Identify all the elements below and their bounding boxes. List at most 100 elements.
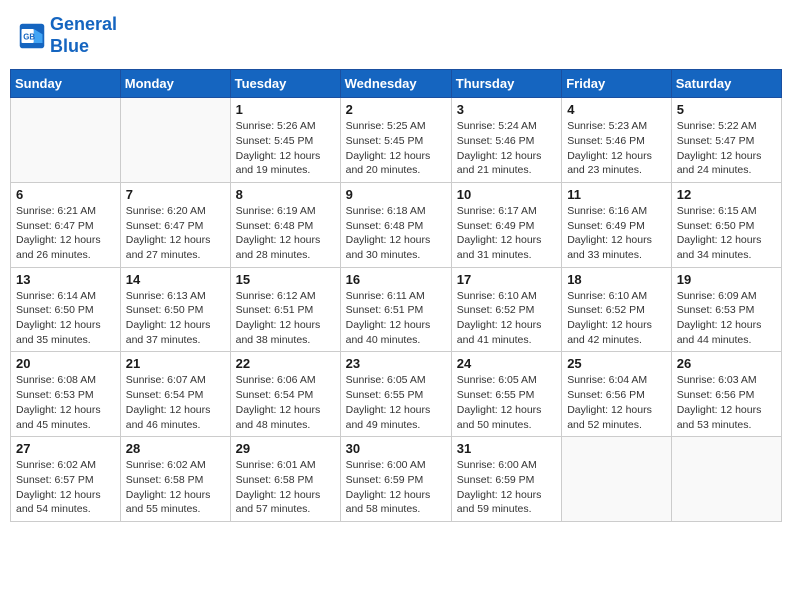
day-info: Sunrise: 6:02 AM Sunset: 6:58 PM Dayligh…: [126, 458, 225, 517]
day-info: Sunrise: 6:05 AM Sunset: 6:55 PM Dayligh…: [457, 373, 556, 432]
calendar-cell: 31 Sunrise: 6:00 AM Sunset: 6:59 PM Dayli…: [451, 437, 561, 522]
day-info: Sunrise: 6:20 AM Sunset: 6:47 PM Dayligh…: [126, 204, 225, 263]
day-number: 24: [457, 356, 556, 371]
day-number: 14: [126, 272, 225, 287]
calendar-cell: 14Sunrise: 6:13 AM Sunset: 6:50 PM Dayli…: [120, 267, 230, 352]
calendar-table: SundayMondayTuesdayWednesdayThursdayFrid…: [10, 69, 782, 522]
calendar-cell: 1 Sunrise: 5:26 AM Sunset: 5:45 PM Daylig…: [230, 98, 340, 183]
day-number: 23: [346, 356, 446, 371]
day-number: 22: [236, 356, 335, 371]
day-info: Sunrise: 6:11 AM Sunset: 6:51 PM Dayligh…: [346, 289, 446, 348]
day-info: Sunrise: 6:19 AM Sunset: 6:48 PM Dayligh…: [236, 204, 335, 263]
logo-text: General Blue: [50, 14, 117, 57]
day-number: 12: [677, 187, 776, 202]
day-number: 25: [567, 356, 666, 371]
day-number: 3: [457, 102, 556, 117]
calendar-cell: [562, 437, 672, 522]
calendar-cell: 16Sunrise: 6:11 AM Sunset: 6:51 PM Dayli…: [340, 267, 451, 352]
calendar-cell: [671, 437, 781, 522]
day-info: Sunrise: 6:00 AM Sunset: 6:59 PM Dayligh…: [457, 458, 556, 517]
day-number: 1: [236, 102, 335, 117]
day-number: 11: [567, 187, 666, 202]
calendar-cell: 20 Sunrise: 6:08 AM Sunset: 6:53 PM Dayli…: [11, 352, 121, 437]
weekday-header-row: SundayMondayTuesdayWednesdayThursdayFrid…: [11, 70, 782, 98]
day-info: Sunrise: 5:23 AM Sunset: 5:46 PM Dayligh…: [567, 119, 666, 178]
day-info: Sunrise: 6:21 AM Sunset: 6:47 PM Dayligh…: [16, 204, 115, 263]
day-number: 19: [677, 272, 776, 287]
calendar-cell: 12 Sunrise: 6:15 AM Sunset: 6:50 PM Dayli…: [671, 182, 781, 267]
day-number: 5: [677, 102, 776, 117]
weekday-header-sunday: Sunday: [11, 70, 121, 98]
day-info: Sunrise: 6:00 AM Sunset: 6:59 PM Dayligh…: [346, 458, 446, 517]
weekday-header-saturday: Saturday: [671, 70, 781, 98]
calendar-cell: 19 Sunrise: 6:09 AM Sunset: 6:53 PM Dayli…: [671, 267, 781, 352]
calendar-cell: [120, 98, 230, 183]
day-info: Sunrise: 6:08 AM Sunset: 6:53 PM Dayligh…: [16, 373, 115, 432]
day-number: 10: [457, 187, 556, 202]
day-number: 30: [346, 441, 446, 456]
day-info: Sunrise: 6:09 AM Sunset: 6:53 PM Dayligh…: [677, 289, 776, 348]
day-number: 18: [567, 272, 666, 287]
calendar-cell: 29Sunrise: 6:01 AM Sunset: 6:58 PM Dayli…: [230, 437, 340, 522]
day-number: 28: [126, 441, 225, 456]
day-number: 17: [457, 272, 556, 287]
calendar-cell: 9Sunrise: 6:18 AM Sunset: 6:48 PM Daylig…: [340, 182, 451, 267]
logo: GB General Blue: [18, 14, 117, 57]
calendar-cell: 30 Sunrise: 6:00 AM Sunset: 6:59 PM Dayli…: [340, 437, 451, 522]
day-info: Sunrise: 5:22 AM Sunset: 5:47 PM Dayligh…: [677, 119, 776, 178]
day-number: 7: [126, 187, 225, 202]
calendar-cell: 6 Sunrise: 6:21 AM Sunset: 6:47 PM Daylig…: [11, 182, 121, 267]
day-number: 29: [236, 441, 335, 456]
calendar-cell: 22 Sunrise: 6:06 AM Sunset: 6:54 PM Dayli…: [230, 352, 340, 437]
day-number: 26: [677, 356, 776, 371]
day-number: 21: [126, 356, 225, 371]
day-number: 13: [16, 272, 115, 287]
weekday-header-wednesday: Wednesday: [340, 70, 451, 98]
calendar-cell: 18 Sunrise: 6:10 AM Sunset: 6:52 PM Dayli…: [562, 267, 672, 352]
calendar-week-row: 13Sunrise: 6:14 AM Sunset: 6:50 PM Dayli…: [11, 267, 782, 352]
day-number: 8: [236, 187, 335, 202]
calendar-cell: 25 Sunrise: 6:04 AM Sunset: 6:56 PM Dayli…: [562, 352, 672, 437]
calendar-cell: 10Sunrise: 6:17 AM Sunset: 6:49 PM Dayli…: [451, 182, 561, 267]
day-number: 20: [16, 356, 115, 371]
calendar-cell: 26 Sunrise: 6:03 AM Sunset: 6:56 PM Dayli…: [671, 352, 781, 437]
calendar-cell: 4 Sunrise: 5:23 AM Sunset: 5:46 PM Daylig…: [562, 98, 672, 183]
calendar-cell: 24 Sunrise: 6:05 AM Sunset: 6:55 PM Dayli…: [451, 352, 561, 437]
calendar-cell: 17 Sunrise: 6:10 AM Sunset: 6:52 PM Dayli…: [451, 267, 561, 352]
calendar-cell: 5 Sunrise: 5:22 AM Sunset: 5:47 PM Daylig…: [671, 98, 781, 183]
calendar-cell: 11Sunrise: 6:16 AM Sunset: 6:49 PM Dayli…: [562, 182, 672, 267]
day-number: 6: [16, 187, 115, 202]
calendar-cell: 21Sunrise: 6:07 AM Sunset: 6:54 PM Dayli…: [120, 352, 230, 437]
day-number: 4: [567, 102, 666, 117]
day-number: 31: [457, 441, 556, 456]
day-info: Sunrise: 6:06 AM Sunset: 6:54 PM Dayligh…: [236, 373, 335, 432]
calendar-cell: 7 Sunrise: 6:20 AM Sunset: 6:47 PM Daylig…: [120, 182, 230, 267]
day-info: Sunrise: 6:10 AM Sunset: 6:52 PM Dayligh…: [457, 289, 556, 348]
svg-text:GB: GB: [23, 32, 35, 41]
weekday-header-tuesday: Tuesday: [230, 70, 340, 98]
day-number: 9: [346, 187, 446, 202]
day-info: Sunrise: 6:15 AM Sunset: 6:50 PM Dayligh…: [677, 204, 776, 263]
day-number: 27: [16, 441, 115, 456]
day-info: Sunrise: 6:04 AM Sunset: 6:56 PM Dayligh…: [567, 373, 666, 432]
day-number: 15: [236, 272, 335, 287]
calendar-cell: 23 Sunrise: 6:05 AM Sunset: 6:55 PM Dayli…: [340, 352, 451, 437]
day-info: Sunrise: 6:03 AM Sunset: 6:56 PM Dayligh…: [677, 373, 776, 432]
day-info: Sunrise: 6:12 AM Sunset: 6:51 PM Dayligh…: [236, 289, 335, 348]
calendar-cell: 3 Sunrise: 5:24 AM Sunset: 5:46 PM Daylig…: [451, 98, 561, 183]
calendar-cell: 15 Sunrise: 6:12 AM Sunset: 6:51 PM Dayli…: [230, 267, 340, 352]
day-info: Sunrise: 5:26 AM Sunset: 5:45 PM Dayligh…: [236, 119, 335, 178]
calendar-week-row: 1 Sunrise: 5:26 AM Sunset: 5:45 PM Daylig…: [11, 98, 782, 183]
logo-icon: GB: [18, 22, 46, 50]
weekday-header-friday: Friday: [562, 70, 672, 98]
day-info: Sunrise: 5:25 AM Sunset: 5:45 PM Dayligh…: [346, 119, 446, 178]
weekday-header-thursday: Thursday: [451, 70, 561, 98]
day-info: Sunrise: 5:24 AM Sunset: 5:46 PM Dayligh…: [457, 119, 556, 178]
calendar-week-row: 6 Sunrise: 6:21 AM Sunset: 6:47 PM Daylig…: [11, 182, 782, 267]
day-info: Sunrise: 6:05 AM Sunset: 6:55 PM Dayligh…: [346, 373, 446, 432]
page-header: GB General Blue: [10, 10, 782, 61]
calendar-cell: 28 Sunrise: 6:02 AM Sunset: 6:58 PM Dayli…: [120, 437, 230, 522]
weekday-header-monday: Monday: [120, 70, 230, 98]
day-info: Sunrise: 6:10 AM Sunset: 6:52 PM Dayligh…: [567, 289, 666, 348]
day-info: Sunrise: 6:02 AM Sunset: 6:57 PM Dayligh…: [16, 458, 115, 517]
